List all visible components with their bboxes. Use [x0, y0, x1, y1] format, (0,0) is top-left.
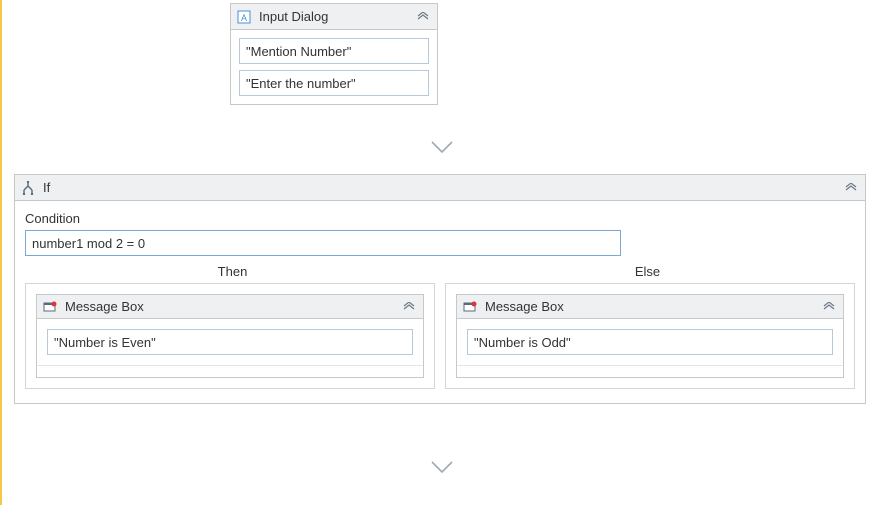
flow-arrow-icon	[431, 460, 453, 479]
workflow-canvas: A Input Dialog "Mention Number" "Enter t…	[2, 0, 872, 505]
if-icon	[21, 181, 35, 195]
activity-title: Input Dialog	[259, 9, 415, 24]
message-box-icon	[43, 300, 57, 314]
collapse-icon[interactable]	[401, 299, 417, 315]
else-label: Else	[440, 264, 855, 279]
if-body: Condition number1 mod 2 = 0 Then Else	[15, 201, 865, 403]
message-input[interactable]: "Number is Even"	[47, 329, 413, 355]
input-dialog-icon: A	[237, 10, 251, 24]
activity-title: If	[43, 180, 843, 195]
message-box-activity[interactable]: Message Box "Number is Odd"	[456, 294, 844, 378]
activity-title: Message Box	[485, 299, 821, 314]
activity-footer	[37, 365, 423, 377]
activity-header[interactable]: Message Box	[457, 295, 843, 319]
activity-body: "Number is Odd"	[457, 319, 843, 365]
message-input[interactable]: "Number is Odd"	[467, 329, 833, 355]
branches: Message Box "Number is Even"	[25, 283, 855, 389]
collapse-icon[interactable]	[821, 299, 837, 315]
condition-label: Condition	[25, 211, 855, 226]
activity-body: "Number is Even"	[37, 319, 423, 365]
activity-header[interactable]: Message Box	[37, 295, 423, 319]
title-input[interactable]: "Mention Number"	[239, 38, 429, 64]
then-label: Then	[25, 264, 440, 279]
if-activity[interactable]: If Condition number1 mod 2 = 0 Then Else	[14, 174, 866, 404]
condition-input[interactable]: number1 mod 2 = 0	[25, 230, 621, 256]
message-box-activity[interactable]: Message Box "Number is Even"	[36, 294, 424, 378]
label-input[interactable]: "Enter the number"	[239, 70, 429, 96]
message-box-icon	[463, 300, 477, 314]
else-branch[interactable]: Message Box "Number is Odd"	[445, 283, 855, 389]
activity-title: Message Box	[65, 299, 401, 314]
branch-labels: Then Else	[25, 264, 855, 279]
activity-footer	[457, 365, 843, 377]
collapse-icon[interactable]	[415, 9, 431, 25]
activity-body: "Mention Number" "Enter the number"	[231, 30, 437, 104]
collapse-icon[interactable]	[843, 180, 859, 196]
svg-text:A: A	[241, 13, 247, 23]
then-branch[interactable]: Message Box "Number is Even"	[25, 283, 435, 389]
activity-header[interactable]: If	[15, 175, 865, 201]
flow-arrow-icon	[431, 140, 453, 159]
activity-header[interactable]: A Input Dialog	[231, 4, 437, 30]
input-dialog-activity[interactable]: A Input Dialog "Mention Number" "Enter t…	[230, 3, 438, 105]
